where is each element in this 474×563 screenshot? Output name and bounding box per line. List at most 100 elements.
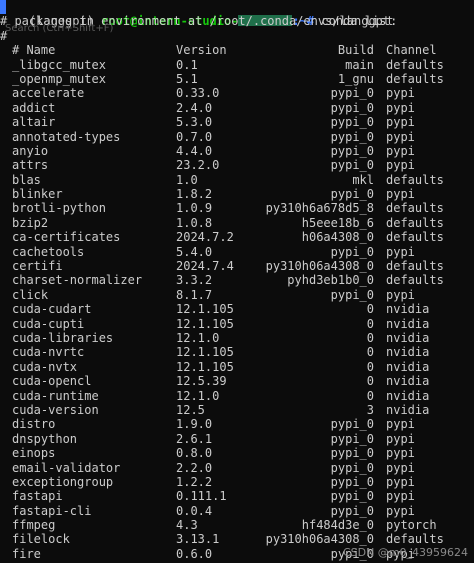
- package-row: cuda-libraries 12.1.0 0 nvidia: [0, 331, 474, 345]
- col-channel-header: Channel: [386, 43, 437, 58]
- col-name-header: # Name: [12, 43, 56, 58]
- col-build-header: Build: [337, 43, 374, 58]
- package-name: einops: [12, 446, 56, 461]
- package-version: 1.0.9: [176, 201, 213, 216]
- package-name: dnspython: [12, 431, 78, 446]
- package-row: cachetools 5.4.0 pypi_0 pypi: [0, 245, 474, 259]
- package-channel: pypi: [386, 115, 415, 130]
- package-row: altair 5.3.0 pypi_0 pypi: [0, 115, 474, 129]
- package-channel: pypi: [386, 129, 415, 144]
- package-row: charset-normalizer 3.3.2 pyhd3eb1b0_0 defau…: [0, 273, 474, 287]
- package-channel: defaults: [386, 201, 444, 216]
- package-version: 12.1.105: [176, 302, 234, 317]
- package-version: 2.4.0: [176, 100, 213, 115]
- package-build: mkl: [352, 172, 374, 187]
- package-channel: nvidia: [386, 330, 430, 345]
- package-version: 0.111.1: [176, 489, 227, 504]
- package-channel: pypi: [386, 503, 415, 518]
- package-row: addict 2.4.0 pypi_0 pypi: [0, 101, 474, 115]
- package-version: 0.1: [176, 57, 198, 72]
- package-version: 0.8.0: [176, 446, 213, 461]
- package-channel: pypi: [386, 100, 415, 115]
- search-hint[interactable]: Search (Ctrl+Shift+F): [5, 23, 113, 34]
- package-row: bzip2 1.0.8 h5eee18b_6 defaults: [0, 216, 474, 230]
- package-version: 5.3.0: [176, 115, 213, 130]
- package-version: 4.3: [176, 518, 198, 533]
- package-name: cuda-nvrtc: [12, 345, 85, 360]
- package-name: distro: [12, 417, 56, 432]
- package-build: pypi_0: [330, 187, 374, 202]
- package-channel: pypi: [386, 187, 415, 202]
- package-build: hf484d3e_0: [301, 518, 374, 533]
- package-version: 23.2.0: [176, 158, 220, 173]
- package-name: ca-certificates: [12, 230, 121, 245]
- package-name: fire: [12, 546, 41, 561]
- package-row: _openmp_mutex 5.1 1_gnu defaults: [0, 72, 474, 86]
- package-row: cuda-opencl 12.5.39 0 nvidia: [0, 374, 474, 388]
- package-channel: pypi: [386, 474, 415, 489]
- package-version: 0.33.0: [176, 86, 220, 101]
- package-channel: defaults: [386, 532, 444, 547]
- package-build: 0: [366, 345, 374, 360]
- package-channel: pypi: [386, 86, 415, 101]
- package-build: pypi_0: [330, 417, 374, 432]
- col-version-header: Version: [176, 43, 227, 58]
- package-build: py310h06a4308_0: [265, 259, 374, 274]
- package-build: pypi_0: [330, 474, 374, 489]
- package-channel: pypi: [386, 417, 415, 432]
- package-name: bzip2: [12, 215, 49, 230]
- package-version: 2.6.1: [176, 431, 213, 446]
- package-build: 0: [366, 359, 374, 374]
- package-build: 3: [366, 402, 374, 417]
- package-version: 0.0.4: [176, 503, 213, 518]
- package-channel: pypi: [386, 431, 415, 446]
- package-row: anyio 4.4.0 pypi_0 pypi: [0, 144, 474, 158]
- package-build: h06a4308_0: [301, 230, 374, 245]
- package-row: exceptiongroup 1.2.2 pypi_0 pypi: [0, 475, 474, 489]
- package-channel: pytorch: [386, 518, 437, 533]
- package-build: pypi_0: [330, 129, 374, 144]
- package-build: 1_gnu: [337, 71, 374, 86]
- package-version: 12.5: [176, 402, 205, 417]
- package-row: dnspython 2.6.1 pypi_0 pypi: [0, 432, 474, 446]
- package-build: 0: [366, 316, 374, 331]
- package-version: 1.0: [176, 172, 198, 187]
- package-row: cuda-runtime 12.1.0 0 nvidia: [0, 389, 474, 403]
- package-row: einops 0.8.0 pypi_0 pypi: [0, 446, 474, 460]
- package-name: anyio: [12, 143, 49, 158]
- package-version: 12.1.0: [176, 388, 220, 403]
- package-row: cuda-nvrtc 12.1.105 0 nvidia: [0, 345, 474, 359]
- package-version: 2024.7.4: [176, 259, 234, 274]
- package-channel: defaults: [386, 273, 444, 288]
- package-channel: pypi: [386, 158, 415, 173]
- package-build: pyhd3eb1b0_0: [287, 273, 374, 288]
- package-build: pypi_0: [330, 244, 374, 259]
- package-version: 1.0.8: [176, 215, 213, 230]
- package-version: 8.1.7: [176, 287, 213, 302]
- package-name: blinker: [12, 187, 63, 202]
- package-channel: pypi: [386, 446, 415, 461]
- package-version: 12.5.39: [176, 374, 227, 389]
- package-build: pypi_0: [330, 100, 374, 115]
- package-build: pypi_0: [330, 86, 374, 101]
- package-row: certifi 2024.7.4 py310h06a4308_0 defaults: [0, 259, 474, 273]
- package-name: accelerate: [12, 86, 85, 101]
- cursor-marker: [0, 0, 6, 14]
- package-row: cuda-cupti 12.1.105 0 nvidia: [0, 317, 474, 331]
- package-row: attrs 23.2.0 pypi_0 pypi: [0, 158, 474, 172]
- terminal-window[interactable]: (langgpt) root@intern-studio-:~# conda l…: [0, 0, 474, 563]
- package-name: ffmpeg: [12, 518, 56, 533]
- package-row: accelerate 0.33.0 pypi_0 pypi: [0, 86, 474, 100]
- package-name: _libgcc_mutex: [12, 57, 106, 72]
- package-row: cuda-nvtx 12.1.105 0 nvidia: [0, 360, 474, 374]
- package-version: 5.1: [176, 71, 198, 86]
- watermark: CSDN @m0_43959624: [342, 546, 468, 559]
- package-name: click: [12, 287, 49, 302]
- package-version: 12.1.105: [176, 359, 234, 374]
- package-row: ffmpeg 4.3 hf484d3e_0 pytorch: [0, 518, 474, 532]
- package-name: cuda-nvtx: [12, 359, 78, 374]
- package-row: click 8.1.7 pypi_0 pypi: [0, 288, 474, 302]
- package-row: distro 1.9.0 pypi_0 pypi: [0, 417, 474, 431]
- package-channel: defaults: [386, 57, 444, 72]
- package-name: cuda-cudart: [12, 302, 92, 317]
